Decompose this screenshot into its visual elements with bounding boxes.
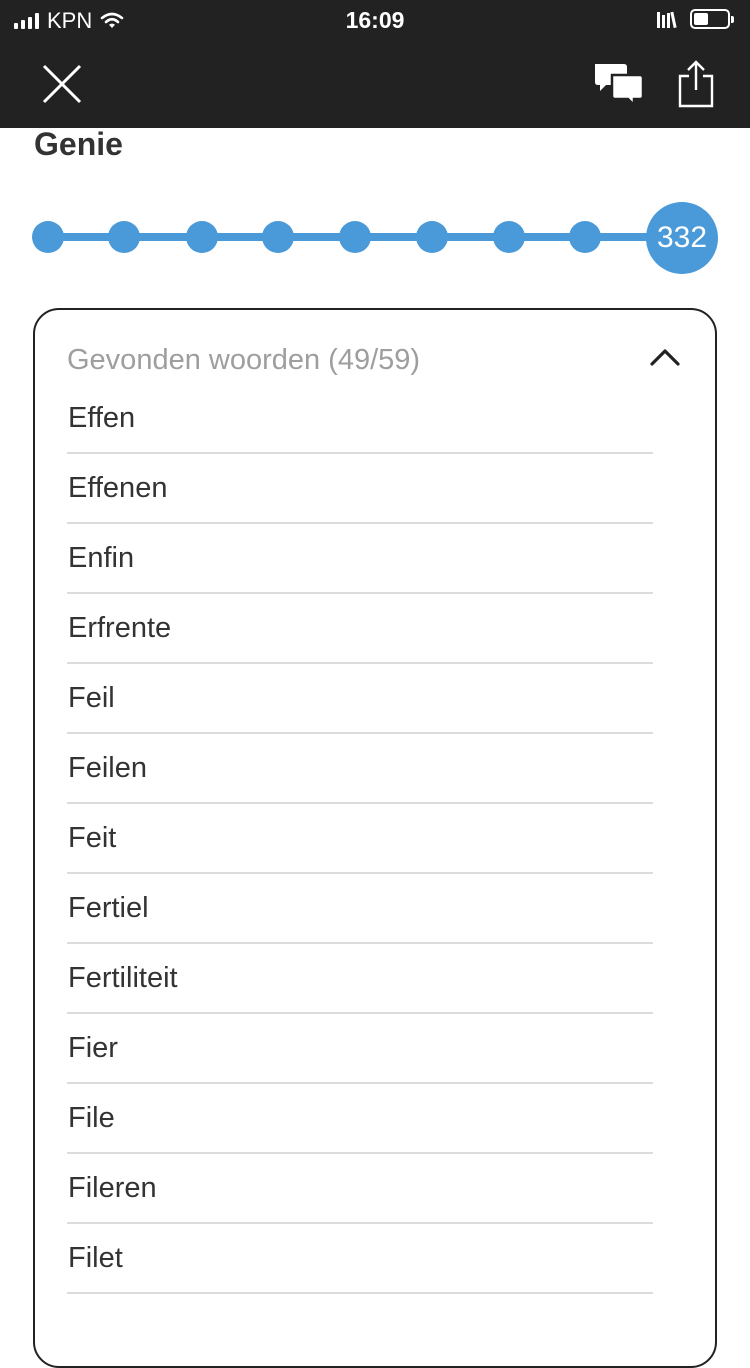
word-item: Filet	[67, 1224, 653, 1294]
status-bar: KPN 16:09	[0, 0, 750, 40]
score-badge: 332	[646, 202, 718, 274]
word-item: Fileren	[67, 1154, 653, 1224]
share-icon	[678, 60, 714, 108]
level-dot	[493, 221, 525, 253]
word-item: Erfrente	[67, 594, 653, 664]
word-item: Feit	[67, 804, 653, 874]
word-item: Effen	[67, 402, 653, 454]
word-item: Fier	[67, 1014, 653, 1084]
chevron-up-icon[interactable]	[649, 346, 681, 368]
word-item: Feilen	[67, 734, 653, 804]
found-words-header[interactable]: Gevonden woorden (49/59)	[67, 344, 420, 377]
word-item: Feil	[67, 664, 653, 734]
word-item: File	[67, 1084, 653, 1154]
chat-bubbles-icon	[595, 64, 645, 109]
close-icon	[42, 64, 82, 104]
level-dot	[32, 221, 64, 253]
page-title: Genie	[34, 126, 123, 162]
found-words-list: Effen Effenen Enfin Erfrente Feil Feilen…	[67, 402, 653, 1294]
level-dot	[108, 221, 140, 253]
word-item: Fertiliteit	[67, 944, 653, 1014]
share-button[interactable]	[676, 60, 716, 108]
battery-icon	[690, 9, 734, 29]
word-item: Enfin	[67, 524, 653, 594]
close-button[interactable]	[40, 62, 84, 106]
level-dot	[339, 221, 371, 253]
found-words-panel: Gevonden woorden (49/59) Effen Effenen E…	[33, 308, 717, 1368]
top-bar: KPN 16:09	[0, 0, 750, 128]
status-time: 16:09	[345, 7, 405, 33]
status-right-group	[656, 9, 734, 29]
level-dot	[186, 221, 218, 253]
level-dot	[262, 221, 294, 253]
word-item: Effenen	[67, 454, 653, 524]
level-dot	[416, 221, 448, 253]
level-dot	[569, 221, 601, 253]
library-icon	[657, 11, 677, 28]
level-progress-track: 332	[0, 196, 750, 280]
word-item: Fertiel	[67, 874, 653, 944]
chat-button[interactable]	[592, 60, 646, 110]
